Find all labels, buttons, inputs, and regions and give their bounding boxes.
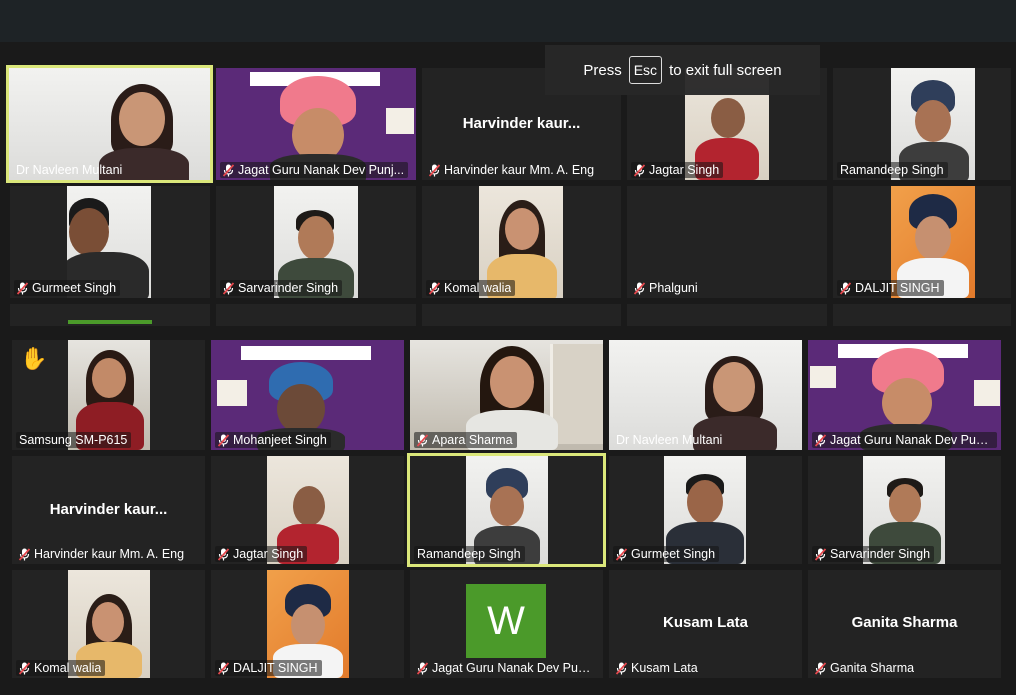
muted-mic-icon <box>417 433 428 447</box>
muted-mic-icon <box>634 281 645 295</box>
raised-hand-icon: ✋ <box>20 346 48 371</box>
participant-tile[interactable]: Ramandeep Singh <box>833 68 1011 180</box>
participant-tile[interactable]: W Jagat Guru Nanak Dev Punj... <box>410 570 603 678</box>
participant-tile[interactable]: Ganita Sharma Ganita Sharma <box>808 570 1001 678</box>
participant-tile[interactable]: Kusam Lata Kusam Lata <box>609 570 802 678</box>
muted-mic-icon <box>218 433 229 447</box>
name-label: Ramandeep Singh <box>414 546 525 562</box>
name-label: Jagat Guru Nanak Dev Punj... <box>414 660 599 676</box>
name-label: Komal walia <box>426 280 516 296</box>
name-label: Sarvarinder Singh <box>812 546 935 562</box>
toast-prefix: Press <box>583 61 622 79</box>
avatar-name: Kusam Lata <box>662 614 749 631</box>
participant-tile[interactable]: Mohanjeet Singh <box>211 340 404 450</box>
muted-mic-icon <box>429 163 440 177</box>
participant-tile[interactable]: Sarvarinder Singh <box>216 186 416 298</box>
muted-mic-icon <box>815 433 826 447</box>
muted-mic-icon <box>616 661 627 675</box>
partial-row <box>216 304 416 326</box>
participant-tile[interactable]: Phalguni <box>627 186 827 298</box>
muted-mic-icon <box>840 281 851 295</box>
exit-fullscreen-toast: Press Esc to exit full screen <box>545 45 820 95</box>
muted-mic-icon <box>616 547 627 561</box>
participant-tile[interactable]: ✋ Samsung SM-P615 <box>12 340 205 450</box>
partial-row <box>833 304 1011 326</box>
participant-tile[interactable]: Jagat Guru Nanak Dev Punj... <box>808 340 1001 450</box>
name-label: DALJIT SINGH <box>837 280 944 296</box>
name-label: Komal walia <box>16 660 106 676</box>
participant-tile[interactable]: Sarvarinder Singh <box>808 456 1001 564</box>
partial-row <box>422 304 621 326</box>
participant-tile[interactable]: Jagtar Singh <box>211 456 404 564</box>
participant-tile[interactable]: Komal walia <box>12 570 205 678</box>
name-label: Jagtar Singh <box>631 162 724 178</box>
name-label: Dr Navleen Multani <box>616 433 723 447</box>
name-label: Phalguni <box>631 280 702 296</box>
avatar-initial: W <box>466 584 546 658</box>
name-label: Ramandeep Singh <box>837 162 948 178</box>
muted-mic-icon <box>223 281 234 295</box>
participant-tile[interactable]: Jagat Guru Nanak Dev Punj... <box>216 68 416 180</box>
partial-row <box>10 304 210 326</box>
muted-mic-icon <box>19 547 30 561</box>
participant-tile[interactable]: DALJIT SINGH <box>833 186 1011 298</box>
participant-tile[interactable]: Ramandeep Singh <box>407 453 606 567</box>
participant-tile[interactable]: Dr Navleen Multani <box>6 65 213 183</box>
name-label: Jagtar Singh <box>215 546 308 562</box>
name-label: Harvinder kaur Mm. A. Eng <box>16 546 188 562</box>
name-label: Gurmeet Singh <box>14 280 121 296</box>
avatar-name: Ganita Sharma <box>851 614 958 631</box>
name-label: Samsung SM-P615 <box>16 432 132 448</box>
avatar-name: Harvinder kaur... <box>49 501 168 518</box>
muted-mic-icon <box>223 163 234 177</box>
toast-suffix: to exit full screen <box>669 61 782 79</box>
top-bar <box>0 0 1016 42</box>
name-label: Jagat Guru Nanak Dev Punj... <box>220 162 409 178</box>
esc-key-badge: Esc <box>628 56 663 84</box>
participant-tile[interactable]: Komal walia <box>422 186 621 298</box>
name-label: Kusam Lata <box>613 660 702 676</box>
name-label: Mohanjeet Singh <box>215 432 331 448</box>
muted-mic-icon <box>815 547 826 561</box>
name-label: DALJIT SINGH <box>215 660 322 676</box>
name-label: Sarvarinder Singh <box>220 280 343 296</box>
muted-mic-icon <box>634 163 645 177</box>
name-label: Apara Sharma <box>414 432 517 448</box>
avatar-name: Harvinder kaur... <box>462 115 581 132</box>
participant-tile[interactable]: Gurmeet Singh <box>609 456 802 564</box>
name-label: Gurmeet Singh <box>613 546 720 562</box>
muted-mic-icon <box>815 661 826 675</box>
partial-row <box>627 304 827 326</box>
name-label: Harvinder kaur Mm. A. Eng <box>426 162 598 178</box>
muted-mic-icon <box>218 661 229 675</box>
participant-tile[interactable]: DALJIT SINGH <box>211 570 404 678</box>
muted-mic-icon <box>429 281 440 295</box>
muted-mic-icon <box>218 547 229 561</box>
muted-mic-icon <box>417 661 428 675</box>
muted-mic-icon <box>17 281 28 295</box>
name-label: Ganita Sharma <box>812 660 918 676</box>
participant-tile[interactable]: Apara Sharma <box>410 340 603 450</box>
participant-tile[interactable]: Dr Navleen Multani <box>609 340 802 450</box>
participant-tile[interactable]: Harvinder kaur... Harvinder kaur Mm. A. … <box>12 456 205 564</box>
muted-mic-icon <box>19 661 30 675</box>
name-label: Jagat Guru Nanak Dev Punj... <box>812 432 997 448</box>
name-label: Dr Navleen Multani <box>16 163 123 177</box>
video-gallery: Dr Navleen Multani Jagat Guru Nanak Dev … <box>0 42 1016 695</box>
participant-tile[interactable]: Gurmeet Singh <box>10 186 210 298</box>
